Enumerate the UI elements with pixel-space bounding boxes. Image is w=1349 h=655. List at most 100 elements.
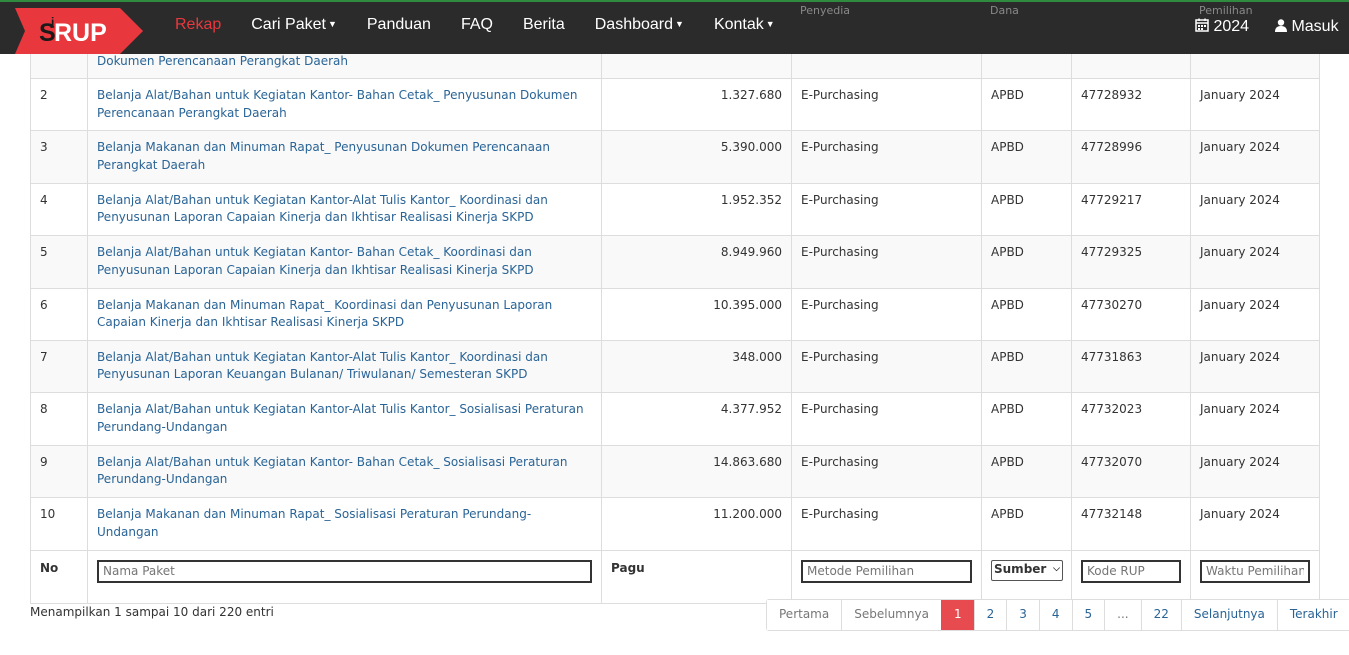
row-no-cell: 9 [30,444,88,499]
paket-name-link[interactable]: Belanja Alat/Bahan untuk Kegiatan Kantor… [97,455,568,487]
filter-kode-cell [1071,549,1191,604]
nav-kontak[interactable]: Kontak ▼ [699,16,790,34]
nav-faq[interactable]: FAQ [446,16,508,34]
sumber-dana-value-cell: APBD [981,392,1072,446]
table-row: 3 Belanja Makanan dan Minuman Rapat_ Peny… [30,130,1320,184]
rup-table-container: 1Belanja Alat/Bahan untuk Kegiatan Kanto… [30,0,1320,604]
filter-sumber-cell: Sumber Dana ⌵ [981,549,1072,604]
paket-name-link[interactable]: Belanja Alat/Bahan untuk Kegiatan Kantor… [97,245,534,277]
paket-name-link-cell: Belanja Makanan dan Minuman Rapat_ Sosia… [87,497,602,551]
table-row: 10 Belanja Makanan dan Minuman Rapat_ Sos… [30,497,1320,551]
paket-name-link-cell: Belanja Alat/Bahan untuk Kegiatan Kantor… [87,339,602,394]
nav-dashboard[interactable]: Dashboard ▼ [580,16,699,34]
kode-rup-filter-input[interactable] [1081,559,1181,583]
sumber-dana-value-cell: APBD [981,287,1072,341]
sumber-dana-value-cell: APBD [981,235,1072,289]
user-icon [1275,19,1287,32]
waktu-pemilihan-value-cell: January 2024 [1190,130,1320,184]
caret-down-icon: ▼ [765,19,775,29]
table-row: 6 Belanja Makanan dan Minuman Rapat_ Koor… [30,287,1320,341]
nav-dashboard-label: Dashboard [594,16,674,33]
pagu-value-cell: 5.390.000 [601,130,792,184]
behind-header-sumber: Dana [990,4,1019,17]
sirup-logo[interactable]: S RUP i [15,8,145,54]
top-navbar: Penyedia Dana Pemilihan S RUP i Rekap Ca… [0,0,1349,54]
nav-kontak-label: Kontak [713,16,764,33]
table-row: 2 Belanja Alat/Bahan untuk Kegiatan Kanto… [30,77,1320,132]
sumber-dana-value-cell: APBD [981,130,1072,184]
chevron-down-icon: ⌵ [1053,564,1060,575]
sumber-dana-value-cell: APBD [981,497,1072,551]
filter-nama-cell [87,549,602,604]
nav-panduan-label: Panduan [366,16,431,33]
kode-rup-value-cell: 47728996 [1071,130,1191,184]
metode-value-cell: E-Purchasing [791,130,982,184]
table-row: 8 Belanja Alat/Bahan untuk Kegiatan Kanto… [30,392,1320,446]
paket-name-link-cell: Belanja Alat/Bahan untuk Kegiatan Kantor… [87,77,602,132]
rup-table: 1Belanja Alat/Bahan untuk Kegiatan Kanto… [30,0,1320,604]
pager-ellipsis[interactable]: ... [1104,600,1141,630]
row-no-cell: 10 [30,497,88,551]
pager-first-button[interactable]: Pertama [767,600,842,630]
kode-rup-value-cell: 47729325 [1071,235,1191,289]
login-label: Masuk [1291,18,1339,35]
pagu-value-cell: 1.952.352 [601,182,792,237]
metode-value-cell: E-Purchasing [791,235,982,289]
pager-page-2[interactable]: 2 [973,600,1007,630]
sumber-dana-select[interactable]: Sumber Dana ⌵ [991,559,1063,581]
pager-next-button[interactable]: Selanjutnya [1180,600,1277,630]
nav-cari-paket-label: Cari Paket [251,16,326,33]
pager-last-button[interactable]: Terakhir [1276,600,1349,630]
nama-paket-filter-input[interactable] [97,559,592,583]
paket-name-link-cell: Belanja Alat/Bahan untuk Kegiatan Kantor… [87,392,602,446]
behind-header-waktu: Pemilihan [1199,4,1253,17]
kode-rup-value-cell: 47732070 [1071,444,1191,499]
table-row: 5 Belanja Alat/Bahan untuk Kegiatan Kanto… [30,235,1320,289]
filter-metode-cell [791,549,982,604]
paket-name-link[interactable]: Belanja Alat/Bahan untuk Kegiatan Kantor… [97,88,577,120]
row-no-cell: 3 [30,130,88,184]
nav-cari-paket[interactable]: Cari Paket ▼ [236,16,352,34]
metode-value-cell: E-Purchasing [791,287,982,341]
metode-value-cell: E-Purchasing [791,392,982,446]
sumber-dana-value-cell: APBD [981,182,1072,237]
filter-pagu-label: Pagu [601,549,792,604]
year-selector[interactable]: 2024 [1195,18,1249,36]
table-body: 1Belanja Alat/Bahan untuk Kegiatan Kanto… [30,0,1320,604]
caret-down-icon: ▼ [327,19,337,29]
pager-page-22[interactable]: 22 [1140,600,1181,630]
main-nav: Rekap Cari Paket ▼ Panduan FAQ Berita Das… [160,16,790,34]
nav-berita[interactable]: Berita [508,16,580,34]
waktu-pemilihan-value-cell: January 2024 [1190,339,1320,394]
table-row: 4 Belanja Alat/Bahan untuk Kegiatan Kanto… [30,182,1320,237]
waktu-pemilihan-value-cell: January 2024 [1190,497,1320,551]
waktu-pemilihan-value-cell: January 2024 [1190,182,1320,237]
login-button[interactable]: Masuk [1275,18,1339,36]
paket-name-link[interactable]: Belanja Alat/Bahan untuk Kegiatan Kantor… [97,350,548,382]
paket-name-link[interactable]: Belanja Makanan dan Minuman Rapat_ Penyu… [97,140,550,172]
pager-page-4[interactable]: 4 [1038,600,1072,630]
pagu-value-cell: 8.949.960 [601,235,792,289]
paket-name-link-cell: Belanja Makanan dan Minuman Rapat_ Koord… [87,287,602,341]
nav-panduan[interactable]: Panduan [352,16,446,34]
navbar-top-border [0,0,1349,2]
svg-text:i: i [51,15,54,29]
paket-name-link[interactable]: Belanja Alat/Bahan untuk Kegiatan Kantor… [97,193,548,225]
pagu-value-cell: 4.377.952 [601,392,792,446]
pager-page-1[interactable]: 1 [940,600,974,630]
paket-name-link-cell: Belanja Alat/Bahan untuk Kegiatan Kantor… [87,235,602,289]
paket-name-link[interactable]: Belanja Alat/Bahan untuk Kegiatan Kantor… [97,402,584,434]
metode-value-cell: E-Purchasing [791,444,982,499]
paket-name-link[interactable]: Belanja Makanan dan Minuman Rapat_ Sosia… [97,507,531,539]
paket-name-link[interactable]: Belanja Makanan dan Minuman Rapat_ Koord… [97,298,552,330]
pager-prev-button[interactable]: Sebelumnya [841,600,941,630]
pager-page-3[interactable]: 3 [1006,600,1039,630]
metode-pemilihan-filter-input[interactable] [801,559,972,583]
pager-page-5[interactable]: 5 [1071,600,1105,630]
metode-value-cell: E-Purchasing [791,182,982,237]
pagu-value-cell: 11.200.000 [601,497,792,551]
waktu-pemilihan-filter-input[interactable] [1200,559,1310,583]
waktu-pemilihan-value-cell: January 2024 [1190,77,1320,132]
sumber-dana-value-cell: APBD [981,339,1072,394]
nav-rekap[interactable]: Rekap [160,16,236,34]
